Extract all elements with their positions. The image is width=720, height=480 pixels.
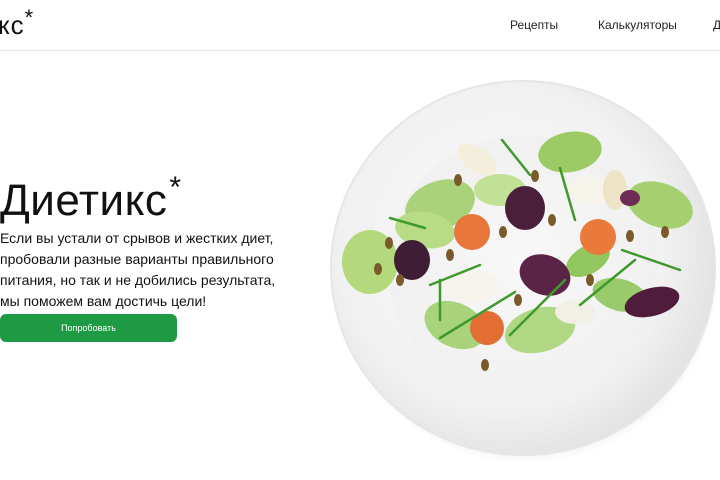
salad-plate-image — [330, 80, 720, 462]
nav-link-calculators[interactable]: Калькуляторы — [598, 18, 677, 32]
hero-description: Если вы устали от срывов и жестких диет,… — [0, 230, 276, 309]
salad-illustration — [342, 131, 693, 371]
logo-text: кс — [0, 10, 25, 40]
try-button[interactable]: Попробовать — [0, 314, 177, 342]
page: кс* Рецепты Калькуляторы Д Диетикс* Если… — [0, 0, 720, 480]
logo-star: * — [24, 5, 35, 30]
hero-title-star: * — [169, 171, 182, 204]
nav-link-recipes[interactable]: Рецепты — [510, 18, 558, 32]
hero-title: Диетикс* — [0, 171, 182, 231]
hero-title-text: Диетикс — [0, 176, 168, 225]
site-logo[interactable]: кс* — [0, 5, 34, 40]
nav-link-truncated[interactable]: Д — [713, 18, 720, 32]
site-header: кс* Рецепты Калькуляторы Д — [0, 0, 720, 51]
